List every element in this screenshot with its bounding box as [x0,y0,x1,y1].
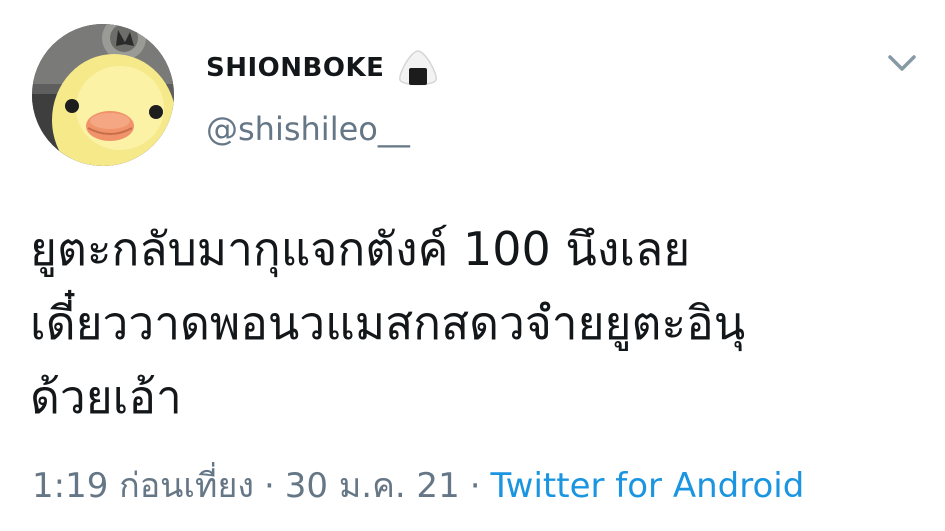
tweet-source-link[interactable]: Twitter for Android [491,466,805,506]
tweet-time[interactable]: 1:19 ก่อนเที่ยง [32,466,254,506]
chevron-down-icon[interactable] [884,50,920,76]
display-name[interactable]: SHIONBOKE [206,53,384,83]
rice-ball-icon [396,48,440,88]
user-handle[interactable]: @shishileo__ [206,110,410,148]
tweet-date[interactable]: 30 ม.ค. 21 [285,466,460,506]
tweet-line: ด้วยเอ้า [30,370,182,424]
tweet-line: เดี๋ยววาดพอนวแมสกสดวจำยยูตะอินุ [30,296,746,350]
tweet-line: ยูตะกลับมากุแจกตังค์ 100 นึงเลย [30,222,691,276]
tweet-text: ยูตะกลับมากุแจกตังค์ 100 นึงเลย เดี๋ยววา… [30,212,920,434]
meta-separator: · [263,466,275,506]
avatar[interactable] [32,24,174,166]
yellow-chick-plush-avatar-image [32,24,174,166]
meta-separator: · [469,466,481,506]
display-name-row[interactable]: SHIONBOKE [206,48,440,88]
tweet-meta: 1:19 ก่อนเที่ยง · 30 ม.ค. 21 · Twitter for A… [32,458,804,512]
